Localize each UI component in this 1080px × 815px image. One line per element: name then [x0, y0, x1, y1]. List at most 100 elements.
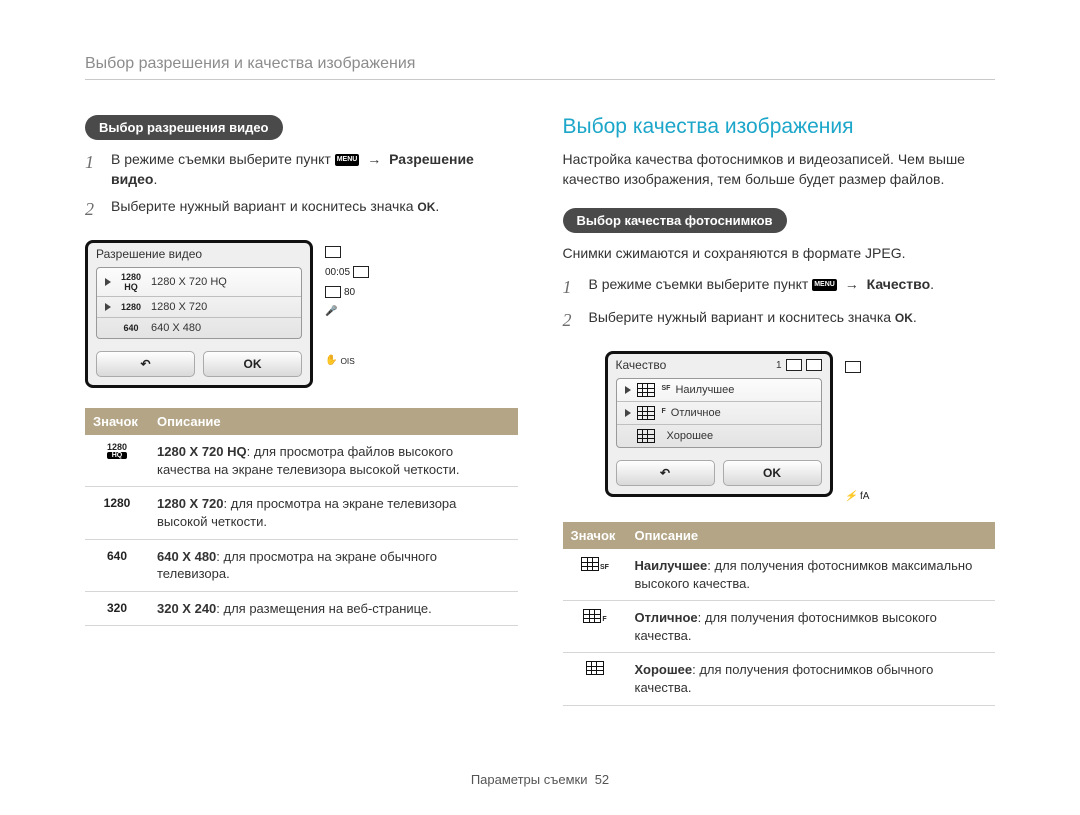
- flash-label: fA: [860, 491, 869, 502]
- th-desc: Описание: [627, 522, 996, 549]
- card-value: 80: [344, 287, 355, 298]
- res-label: 640 X 480: [151, 322, 201, 334]
- quality-icon: [637, 406, 655, 420]
- step-number: 2: [563, 308, 579, 333]
- quality-sub: SF: [662, 385, 671, 392]
- page-title: Выбор разрешения и качества изображения: [85, 55, 995, 80]
- quality-icon: [586, 661, 604, 675]
- list-item[interactable]: 640 640 X 480: [97, 317, 301, 338]
- quality-label: Наилучшее: [675, 384, 734, 396]
- screenshot-title: Разрешение видео: [88, 243, 310, 265]
- menu-icon: MENU: [335, 154, 360, 166]
- triangle-icon: [625, 409, 631, 417]
- intro-paragraph: Настройка качества фотоснимков и видеоза…: [563, 149, 996, 190]
- table-row: Хорошее: для получения фотоснимков обычн…: [563, 653, 996, 705]
- menu-icon: MENU: [812, 279, 837, 291]
- quality-sub: F: [602, 616, 606, 623]
- res-icon: [845, 361, 861, 373]
- quality-icon: [581, 557, 599, 571]
- video-resolution-screenshot: Разрешение видео 1280 HQ 1280 X 720 HQ 1…: [85, 240, 313, 388]
- quality-label: Хорошее: [667, 430, 714, 442]
- list-item[interactable]: 1280 HQ 1280 X 720 HQ: [97, 268, 301, 296]
- mic-icon: 🎤: [325, 306, 337, 317]
- flash-icon: ⚡: [845, 491, 857, 502]
- step-text: Выберите нужный вариант и коснитесь знач…: [589, 309, 892, 325]
- side-indicators: ⚡fA: [845, 351, 870, 502]
- back-button[interactable]: ↶: [96, 351, 195, 377]
- pill-video-resolution: Выбор разрешения видео: [85, 115, 283, 140]
- row-rest: : для размещения на веб-странице.: [216, 601, 432, 616]
- quality-icon: [637, 429, 655, 443]
- screenshot-title: Качество: [616, 358, 667, 372]
- right-step-1: 1 В режиме съемки выберите пункт MENU Ка…: [563, 275, 996, 300]
- footer-page: 52: [595, 772, 609, 787]
- list-item[interactable]: F Отличное: [617, 401, 821, 424]
- card-icon: [786, 359, 802, 371]
- list-item[interactable]: Хорошее: [617, 424, 821, 447]
- list-item[interactable]: 1280 1280 X 720: [97, 296, 301, 317]
- res-1280hq-icon: 1280HQ: [93, 443, 141, 459]
- quality-sub: SF: [600, 564, 609, 571]
- step-text: Выберите нужный вариант и коснитесь знач…: [111, 198, 414, 214]
- quality-icon: [637, 383, 655, 397]
- battery-icon: [806, 359, 822, 371]
- left-screenshot-row: Разрешение видео 1280 HQ 1280 X 720 HQ 1…: [85, 240, 518, 388]
- ok-text: OK: [895, 310, 913, 327]
- jpeg-note: Снимки сжимаются и сохраняются в формате…: [563, 243, 996, 263]
- ok-button[interactable]: OK: [203, 351, 302, 377]
- ok-text: OK: [417, 199, 435, 216]
- triangle-icon: [625, 386, 631, 394]
- section-heading: Выбор качества изображения: [563, 115, 996, 139]
- res-320-icon: 320: [85, 591, 149, 626]
- row-bold: 1280 X 720 HQ: [157, 444, 247, 459]
- row-bold: 1280 X 720: [157, 496, 224, 511]
- card-icon: [325, 286, 341, 298]
- quality-screenshot: Качество 1 SF Наилучшее: [605, 351, 833, 497]
- arrow-icon: [363, 151, 385, 167]
- left-column: Выбор разрешения видео 1 В режиме съемки…: [85, 115, 518, 706]
- th-icon: Значок: [563, 522, 627, 549]
- table-row: F Отличное: для получения фотоснимков вы…: [563, 601, 996, 653]
- count-value: 1: [776, 360, 782, 371]
- back-button[interactable]: ↶: [616, 460, 715, 486]
- step-number: 1: [563, 275, 579, 300]
- res-640-icon: 640: [85, 539, 149, 591]
- quality-table: Значок Описание SF Наилучшее: для получе…: [563, 522, 996, 705]
- res-tag: 1280: [117, 302, 145, 312]
- triangle-icon: [105, 278, 111, 286]
- quality-sub: F: [662, 408, 666, 415]
- row-bold: Хорошее: [635, 662, 693, 677]
- pill-photo-quality: Выбор качества фотоснимков: [563, 208, 787, 233]
- right-step-2: 2 Выберите нужный вариант и коснитесь зн…: [563, 308, 996, 333]
- right-column: Выбор качества изображения Настройка кач…: [563, 115, 996, 706]
- left-step-1: 1 В режиме съемки выберите пункт MENU Ра…: [85, 150, 518, 189]
- res-label: 1280 X 720 HQ: [151, 276, 227, 288]
- quality-icon: [583, 609, 601, 623]
- table-row: SF Наилучшее: для получения фотоснимков …: [563, 549, 996, 601]
- res-label: 1280 X 720: [151, 301, 207, 313]
- step-number: 1: [85, 150, 101, 189]
- row-bold: Наилучшее: [635, 558, 708, 573]
- table-row: 640 640 X 480: для просмотра на экране о…: [85, 539, 518, 591]
- left-step-2: 2 Выберите нужный вариант и коснитесь зн…: [85, 197, 518, 222]
- right-screenshot-row: Качество 1 SF Наилучшее: [563, 351, 996, 502]
- th-desc: Описание: [149, 408, 518, 435]
- side-indicators: 00:05 80 🎤 ✋OIS: [325, 240, 369, 366]
- step-number: 2: [85, 197, 101, 222]
- list-item[interactable]: SF Наилучшее: [617, 379, 821, 401]
- ok-button[interactable]: OK: [723, 460, 822, 486]
- footer: Параметры съемки 52: [0, 772, 1080, 787]
- video-resolution-table: Значок Описание 1280HQ 1280 X 720 HQ: дл…: [85, 408, 518, 626]
- row-bold: 320 X 240: [157, 601, 216, 616]
- res-tag: 640: [117, 323, 145, 333]
- res-tag: 1280 HQ: [117, 272, 145, 292]
- step-text: В режиме съемки выберите пункт: [589, 276, 809, 292]
- table-row: 1280HQ 1280 X 720 HQ: для просмотра файл…: [85, 435, 518, 487]
- row-bold: 640 X 480: [157, 549, 216, 564]
- record-time: 00:05: [325, 267, 350, 278]
- res-1280-icon: 1280: [85, 487, 149, 539]
- quality-label: Отличное: [671, 407, 721, 419]
- res-icon: [353, 266, 369, 278]
- triangle-icon: [105, 303, 111, 311]
- th-icon: Значок: [85, 408, 149, 435]
